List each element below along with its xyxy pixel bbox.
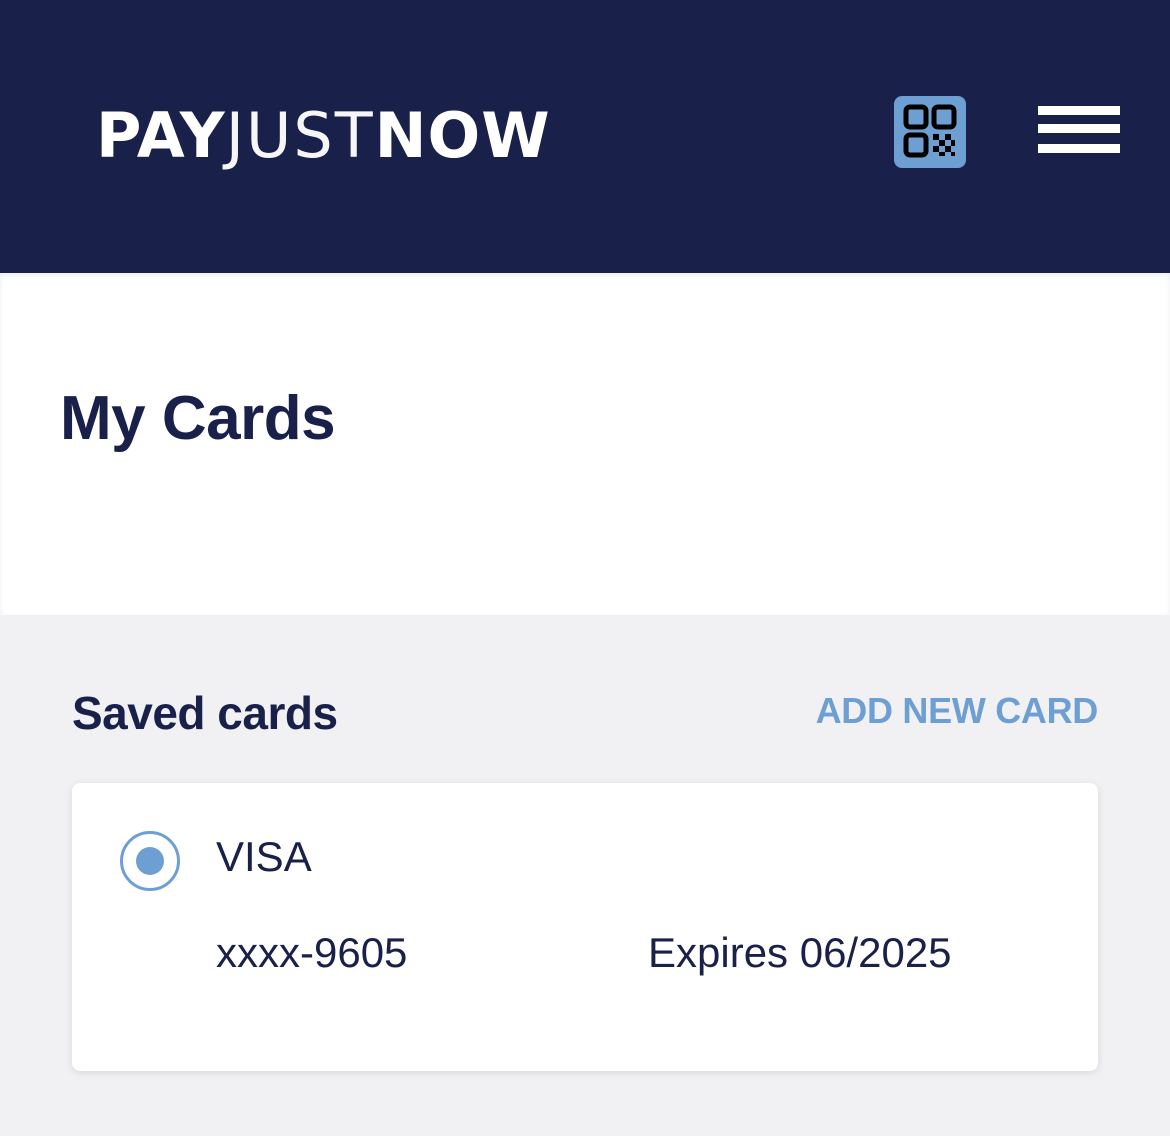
- saved-card-item[interactable]: VISA xxxx-9605 Expires 06/2025: [72, 783, 1098, 1071]
- hamburger-menu-icon-bar: [1038, 144, 1120, 153]
- payjustnow-logo[interactable]: PAYJUSTNOW: [96, 104, 551, 168]
- card-select-radio[interactable]: [120, 831, 180, 891]
- saved-cards-heading: Saved cards: [72, 687, 338, 739]
- qr-code-button[interactable]: [894, 96, 966, 168]
- hamburger-menu-icon-bar: [1038, 106, 1120, 115]
- add-new-card-link[interactable]: ADD NEW CARD: [816, 690, 1099, 732]
- hamburger-menu-button[interactable]: [1038, 106, 1120, 158]
- title-panel: My Cards: [0, 273, 1170, 615]
- hamburger-menu-icon-bar: [1038, 124, 1120, 133]
- logo-part-just: JUST: [225, 99, 375, 172]
- app-header: PAYJUSTNOW: [0, 0, 1170, 273]
- radio-selected-dot: [136, 847, 164, 875]
- card-expiry: Expires 06/2025: [648, 929, 952, 976]
- logo-part-pay: PAY: [96, 99, 226, 172]
- card-number: xxxx-9605: [216, 929, 408, 976]
- qr-code-icon: [903, 104, 957, 158]
- logo-part-now: NOW: [374, 99, 551, 172]
- card-brand: VISA: [216, 833, 312, 880]
- page-title: My Cards: [60, 384, 336, 453]
